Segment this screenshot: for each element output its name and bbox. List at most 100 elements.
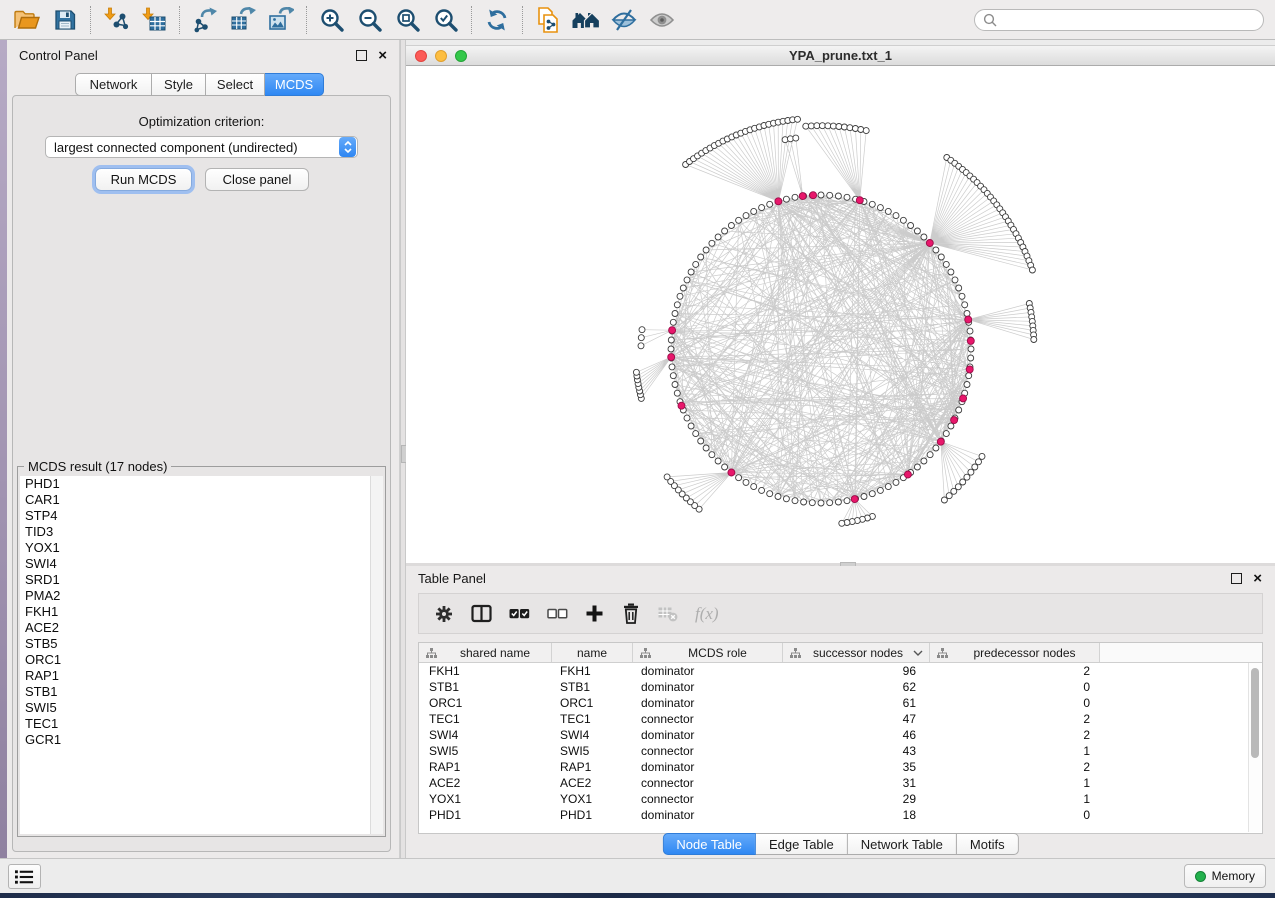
- network-node[interactable]: [968, 346, 974, 352]
- network-canvas[interactable]: [406, 66, 1275, 563]
- network-node[interactable]: [863, 128, 869, 134]
- network-hub-node[interactable]: [810, 192, 817, 199]
- mcds-node-item[interactable]: STP4: [20, 508, 371, 524]
- create-column-button[interactable]: [585, 604, 604, 623]
- network-hub-node[interactable]: [960, 395, 967, 402]
- network-node[interactable]: [709, 452, 715, 458]
- search-input[interactable]: [1002, 12, 1255, 28]
- network-node[interactable]: [844, 194, 850, 200]
- table-row[interactable]: ACE2ACE2connector311: [419, 775, 1262, 791]
- network-hub-node[interactable]: [851, 496, 858, 503]
- table-row[interactable]: FKH1FKH1dominator962: [419, 663, 1262, 679]
- network-node[interactable]: [885, 484, 891, 490]
- network-node[interactable]: [885, 208, 891, 214]
- network-node[interactable]: [668, 346, 674, 352]
- network-node[interactable]: [914, 228, 920, 234]
- network-node[interactable]: [844, 498, 850, 504]
- network-node[interactable]: [861, 494, 867, 500]
- network-node[interactable]: [943, 431, 949, 437]
- network-node[interactable]: [869, 491, 875, 497]
- network-node[interactable]: [933, 247, 939, 253]
- deselect-all-rows-button[interactable]: [547, 604, 568, 623]
- network-node[interactable]: [672, 382, 678, 388]
- close-panel-icon[interactable]: ×: [378, 50, 387, 61]
- network-node[interactable]: [960, 479, 966, 485]
- network-node[interactable]: [835, 499, 841, 505]
- network-node[interactable]: [674, 390, 680, 396]
- network-node[interactable]: [792, 194, 798, 200]
- network-node[interactable]: [759, 487, 765, 493]
- network-node[interactable]: [964, 311, 970, 317]
- network-node[interactable]: [972, 464, 978, 470]
- table-row[interactable]: SWI4SWI4dominator462: [419, 727, 1262, 743]
- table-row[interactable]: TEC1TEC1connector472: [419, 711, 1262, 727]
- network-node[interactable]: [959, 293, 965, 299]
- network-node[interactable]: [869, 201, 875, 207]
- save-session-button[interactable]: [47, 4, 83, 36]
- tab-mcds[interactable]: MCDS: [265, 73, 324, 96]
- network-node[interactable]: [818, 192, 824, 198]
- network-node[interactable]: [956, 407, 962, 413]
- close-panel-button[interactable]: Close panel: [205, 168, 309, 191]
- network-node[interactable]: [1029, 267, 1035, 273]
- network-hub-node[interactable]: [668, 354, 675, 361]
- mcds-result-list[interactable]: PHD1CAR1STP4TID3YOX1SWI4SRD1PMA2FKH1ACE2…: [20, 476, 371, 834]
- network-node[interactable]: [703, 445, 709, 451]
- clone-network-button[interactable]: [530, 4, 566, 36]
- scrollbar-thumb[interactable]: [1251, 668, 1259, 758]
- export-image-button[interactable]: [263, 4, 299, 36]
- network-node[interactable]: [767, 201, 773, 207]
- mcds-node-item[interactable]: SWI4: [20, 556, 371, 572]
- network-node[interactable]: [639, 327, 645, 333]
- network-node[interactable]: [751, 208, 757, 214]
- network-hub-node[interactable]: [965, 316, 972, 323]
- network-node[interactable]: [933, 445, 939, 451]
- network-node[interactable]: [908, 223, 914, 229]
- network-hub-node[interactable]: [966, 366, 973, 373]
- network-node[interactable]: [703, 247, 709, 253]
- tab-style[interactable]: Style: [152, 73, 206, 96]
- network-hub-node[interactable]: [926, 240, 933, 247]
- zoom-out-button[interactable]: [352, 4, 388, 36]
- zoom-in-button[interactable]: [314, 4, 350, 36]
- mcds-node-item[interactable]: STB5: [20, 636, 371, 652]
- network-node[interactable]: [976, 459, 982, 465]
- network-node[interactable]: [827, 500, 833, 506]
- network-node[interactable]: [672, 311, 678, 317]
- network-node[interactable]: [941, 497, 947, 503]
- open-file-button[interactable]: [9, 4, 45, 36]
- refresh-button[interactable]: [479, 4, 515, 36]
- network-node[interactable]: [808, 123, 814, 129]
- network-node[interactable]: [921, 458, 927, 464]
- network-hub-node[interactable]: [775, 198, 782, 205]
- tab-select[interactable]: Select: [206, 73, 265, 96]
- export-network-button[interactable]: [187, 4, 223, 36]
- network-node[interactable]: [668, 337, 674, 343]
- network-node[interactable]: [795, 116, 801, 122]
- network-node[interactable]: [684, 415, 690, 421]
- network-node[interactable]: [759, 205, 765, 211]
- network-node[interactable]: [877, 205, 883, 211]
- network-node[interactable]: [633, 369, 639, 375]
- optimization-criterion-select[interactable]: largest connected component (undirected): [45, 136, 358, 158]
- network-node[interactable]: [914, 464, 920, 470]
- network-node[interactable]: [736, 475, 742, 481]
- table-settings-button[interactable]: [434, 604, 454, 624]
- network-node[interactable]: [698, 254, 704, 260]
- delete-column-button[interactable]: [621, 603, 641, 624]
- network-node[interactable]: [979, 453, 985, 459]
- tab-node-table[interactable]: Node Table: [662, 833, 756, 855]
- mcds-node-item[interactable]: FKH1: [20, 604, 371, 620]
- network-node[interactable]: [783, 496, 789, 502]
- network-node[interactable]: [893, 479, 899, 485]
- network-node[interactable]: [946, 493, 952, 499]
- network-node[interactable]: [664, 474, 670, 480]
- float-panel-icon[interactable]: [356, 50, 367, 61]
- network-graph[interactable]: [406, 66, 1275, 563]
- mcds-node-item[interactable]: PHD1: [20, 476, 371, 492]
- tab-network-table[interactable]: Network Table: [848, 833, 957, 855]
- network-node[interactable]: [948, 269, 954, 275]
- first-neighbors-button[interactable]: [568, 4, 604, 36]
- mcds-node-item[interactable]: ACE2: [20, 620, 371, 636]
- network-node[interactable]: [952, 277, 958, 283]
